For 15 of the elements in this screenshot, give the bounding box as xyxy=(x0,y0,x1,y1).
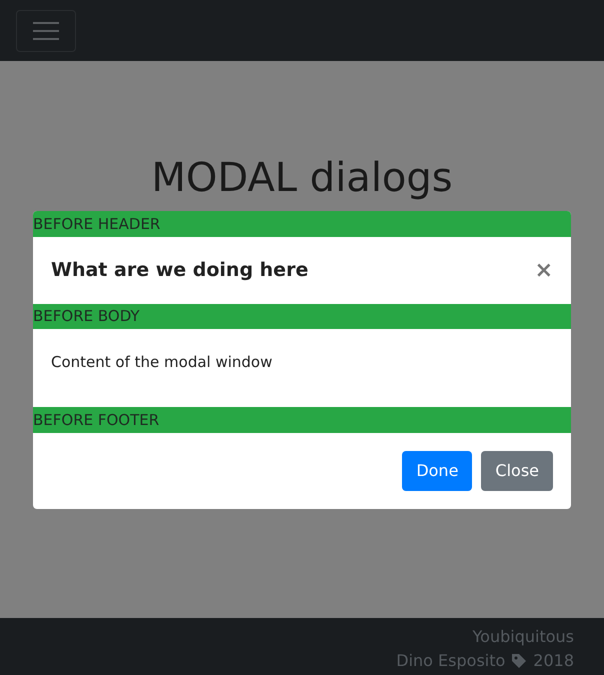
marker-banner: BEFORE FOOTER xyxy=(33,407,571,433)
footer-author: Dino Esposito xyxy=(396,650,506,672)
modal-title: What are we doing here xyxy=(51,258,308,284)
page-heading: MODAL dialogs xyxy=(151,154,453,203)
done-button[interactable]: Done xyxy=(402,451,472,491)
menu-icon xyxy=(32,20,60,40)
close-button[interactable]: Close xyxy=(481,451,553,491)
marker-banner: BEFORE HEADER xyxy=(33,211,571,237)
footer-year: 2018 xyxy=(533,650,574,672)
tag-icon xyxy=(511,653,528,669)
marker-banner: BEFORE BODY xyxy=(33,304,571,329)
close-button[interactable]: × xyxy=(534,260,553,282)
footer-brand: Youbiquitous xyxy=(472,626,574,648)
menu-button[interactable] xyxy=(16,10,76,52)
modal-body-text: Content of the modal window xyxy=(51,353,272,371)
